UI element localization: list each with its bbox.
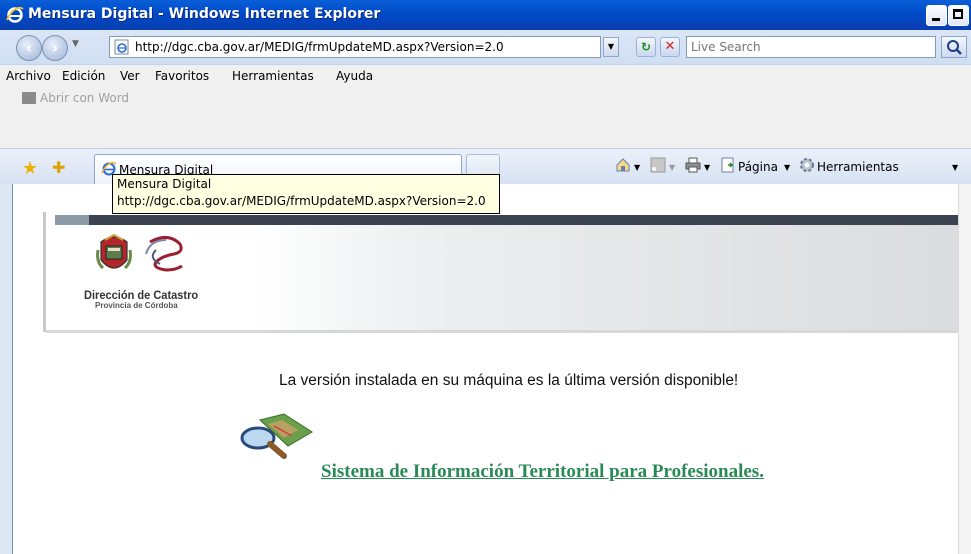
word-icon: [22, 92, 36, 104]
title-bar: Mensura Digital - Windows Internet Explo…: [0, 0, 971, 30]
navigation-bar: ‹ › ▼ http://dgc.cba.gov.ar/MEDIG/frmUpd…: [0, 30, 971, 94]
tooltip-url: http://dgc.cba.gov.ar/MEDIG/frmUpdateMD.…: [117, 194, 486, 208]
banner-top-bar: [55, 215, 971, 225]
page-menu-button[interactable]: Página: [738, 160, 778, 174]
catastro-swirl-logo: [145, 236, 183, 272]
banner-bottom-line: [46, 330, 971, 333]
banner-left-line: [43, 212, 46, 332]
back-arrow-icon: ‹: [25, 38, 33, 57]
favorites-star-icon[interactable]: ★: [22, 158, 38, 179]
address-field[interactable]: http://dgc.cba.gov.ar/MEDIG/frmUpdateMD.…: [109, 36, 601, 58]
stop-button[interactable]: ✕: [660, 37, 680, 57]
refresh-button[interactable]: ↻: [636, 37, 656, 57]
forward-button[interactable]: ›: [42, 35, 68, 61]
menu-ayuda[interactable]: Ayuda: [336, 69, 373, 83]
open-with-word-button[interactable]: Abrir con Word: [40, 91, 129, 105]
home-icon[interactable]: [615, 157, 631, 173]
page-dropdown-icon[interactable]: ▼: [784, 163, 790, 172]
forward-arrow-icon: ›: [51, 38, 59, 57]
tools-dropdown-icon[interactable]: ▼: [952, 163, 958, 172]
address-dropdown-button[interactable]: ▼: [603, 37, 619, 57]
toolbar-spacer: [0, 110, 971, 148]
ie-logo-icon: [6, 6, 24, 23]
page-ie-icon: [114, 39, 129, 55]
maximize-button[interactable]: [948, 5, 969, 26]
tools-gear-icon: [800, 158, 814, 172]
feeds-dropdown-icon[interactable]: ▼: [669, 163, 675, 172]
feeds-icon[interactable]: [650, 157, 666, 173]
page-icon: [721, 157, 734, 173]
map-magnifier-icon: [240, 413, 313, 459]
org-name: Dirección de Catastro: [84, 288, 199, 302]
add-favorites-icon[interactable]: ✚: [52, 158, 65, 177]
org-subtitle: Provincia de Córdoba: [95, 301, 178, 310]
links-toolbar: Abrir con Word: [0, 86, 971, 111]
search-field[interactable]: [686, 36, 936, 58]
print-dropdown-icon[interactable]: ▼: [704, 163, 710, 172]
sit-professionals-link[interactable]: Sistema de Información Territorial para …: [321, 461, 764, 483]
print-icon[interactable]: [685, 157, 701, 173]
menu-favoritos[interactable]: Favoritos: [155, 69, 209, 83]
magnifier-icon: [947, 40, 962, 55]
banner-top-accent: [55, 215, 89, 225]
search-input[interactable]: [691, 39, 929, 55]
menu-archivo[interactable]: Archivo: [6, 69, 51, 83]
address-url: http://dgc.cba.gov.ar/MEDIG/frmUpdateMD.…: [135, 40, 504, 54]
tools-menu-button[interactable]: Herramientas: [817, 160, 899, 174]
tab-tooltip: Mensura Digital http://dgc.cba.gov.ar/ME…: [112, 174, 500, 214]
vertical-scrollbar[interactable]: [958, 184, 971, 554]
menu-bar: Archivo Edición Ver Favoritos Herramient…: [0, 64, 971, 87]
tooltip-title: Mensura Digital: [117, 177, 212, 191]
banner-gradient: [255, 225, 971, 330]
menu-edicion[interactable]: Edición: [62, 69, 105, 83]
window-title: Mensura Digital - Windows Internet Explo…: [28, 6, 381, 22]
back-button[interactable]: ‹: [16, 35, 42, 61]
menu-herramientas[interactable]: Herramientas: [232, 69, 314, 83]
window-left-frame: [0, 184, 12, 554]
search-button[interactable]: [941, 36, 967, 58]
history-dropdown-icon[interactable]: ▼: [72, 39, 84, 55]
minimize-button[interactable]: [926, 5, 947, 26]
version-message: La versión instalada en su máquina es la…: [279, 372, 739, 389]
home-dropdown-icon[interactable]: ▼: [634, 163, 640, 172]
coat-of-arms-logo: [96, 233, 132, 270]
menu-ver[interactable]: Ver: [120, 69, 140, 83]
